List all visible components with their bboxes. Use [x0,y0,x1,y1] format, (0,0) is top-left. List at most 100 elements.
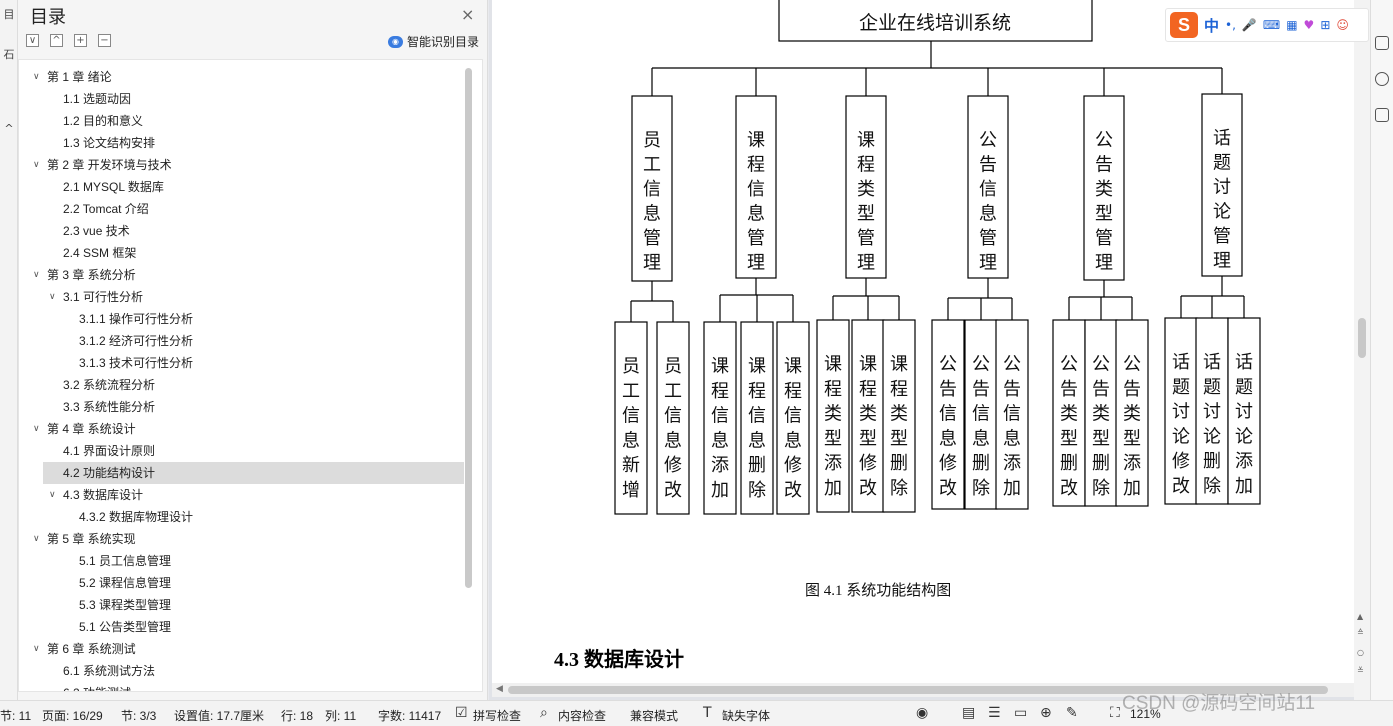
svg-text:讨: 讨 [1235,402,1253,423]
web-view-icon[interactable]: ⊕ [1040,705,1052,721]
toc-item[interactable]: 3.1.2 经济可行性分析 [19,330,464,352]
svg-text:息: 息 [747,204,765,225]
svg-text:理: 理 [1095,253,1113,274]
svg-text:程: 程 [747,155,765,176]
smart-toc-button[interactable]: ◉ 智能识别目录 [388,33,479,50]
add-heading-button[interactable]: + [74,34,87,47]
compat-mode-label: 兼容模式 [630,709,679,723]
svg-text:增: 增 [622,480,640,501]
expand-up-button[interactable]: ^ [50,34,63,47]
status-word-count[interactable]: 字数: 11417 [378,707,441,724]
function-structure-diagram: 企业在线培训系统员工信息管理员工信息新增员工信息修改课程信息管理课程信息添加课程… [614,0,1261,515]
grid-icon[interactable]: ⊞ [1320,18,1330,32]
toc-scrollbar[interactable] [465,68,472,588]
toc-item-label: 6.1 系统测试方法 [63,664,156,678]
toc-item[interactable]: 3.3 系统性能分析 [19,396,464,418]
toc-item[interactable]: 4.2 功能结构设计 [43,462,464,484]
status-line[interactable]: 行: 18 [281,707,313,724]
toc-item[interactable]: 2.1 MYSQL 数据库 [19,176,464,198]
vertical-scroll-thumb[interactable] [1358,318,1366,358]
toc-item[interactable]: 3.1.1 操作可行性分析 [19,308,464,330]
keyboard-icon[interactable]: ⌨ [1263,18,1280,32]
panel-collapse-icon[interactable]: ^ [0,122,18,135]
toc-item[interactable]: 6.1 系统测试方法 [19,660,464,682]
missing-font-button[interactable]: 缺失字体 [722,707,770,724]
chevron-down-icon[interactable]: ∨ [33,66,40,88]
svg-text:公: 公 [1123,354,1141,375]
close-icon[interactable]: × [461,5,474,24]
chevron-down-icon[interactable]: ∨ [49,286,56,308]
toc-item[interactable]: 3.2 系统流程分析 [19,374,464,396]
right-tool-icon-1[interactable] [1375,36,1389,50]
avatar-icon[interactable]: ☺ [1336,18,1349,32]
content-check-button[interactable]: 内容检查 [558,707,606,724]
outline-view-icon[interactable]: ☰ [988,705,1001,721]
sogou-logo-icon[interactable]: S [1170,12,1198,38]
svg-text:加: 加 [711,480,729,501]
remove-heading-button[interactable]: − [98,34,111,47]
scroll-left-icon[interactable]: ◀ [496,683,503,694]
status-section[interactable]: 节: 3/3 [121,707,156,724]
toc-item[interactable]: 2.3 vue 技术 [19,220,464,242]
chevron-down-icon[interactable]: ∨ [33,264,40,286]
toc-item[interactable]: 5.3 课程类型管理 [19,594,464,616]
eye-icon[interactable]: ◉ [916,705,928,721]
chevron-down-icon[interactable]: ∨ [33,528,40,550]
toc-item[interactable]: 5.2 课程信息管理 [19,572,464,594]
toc-item[interactable]: ∨ 第 4 章 系统设计 [19,418,464,440]
toc-item[interactable]: 4.3.2 数据库物理设计 [19,506,464,528]
chevron-down-icon[interactable]: ∨ [33,418,40,440]
spellcheck-button[interactable]: 拼写检查 [473,707,521,724]
ime-language-toggle[interactable]: 中 [1204,15,1219,36]
skin-icon[interactable]: ♥ [1304,18,1315,32]
toc-item[interactable]: 1.3 论文结构安排 [19,132,464,154]
toc-item[interactable]: ∨ 第 5 章 系统实现 [19,528,464,550]
page-view-icon[interactable]: ▤ [962,705,975,721]
fit-page-icon[interactable]: ⛶ [1110,705,1120,721]
reading-view-icon[interactable]: ▭ [1014,705,1027,721]
toc-item[interactable]: ∨ 第 1 章 绪论 [19,66,464,88]
toolbox-icon[interactable]: ▦ [1286,18,1297,32]
microphone-icon[interactable]: 🎤 [1242,18,1257,32]
toc-item[interactable]: 4.1 界面设计原则 [19,440,464,462]
toc-panel-tab[interactable]: 目 [0,6,18,22]
toc-item[interactable]: ∨ 第 2 章 开发环境与技术 [19,154,464,176]
prev-page-icon[interactable]: ≙ [1357,628,1364,637]
content-check-icon: ⌕ [540,705,548,721]
status-setting-value[interactable]: 设置值: 17.7厘米 [174,707,264,724]
punctuation-icon[interactable]: •, [1225,18,1236,32]
chevron-down-icon[interactable]: ∨ [33,638,40,660]
panel-tab-2[interactable]: 石 [0,46,18,62]
next-page-icon[interactable]: ≚ [1357,666,1364,675]
svg-text:添: 添 [711,455,729,476]
svg-text:改: 改 [859,478,877,499]
right-tool-icon-2[interactable] [1375,72,1389,86]
svg-text:修: 修 [859,453,877,474]
pen-icon[interactable]: ✎ [1066,705,1078,721]
status-section-number[interactable]: 节: 11 [0,707,31,724]
scroll-up-icon[interactable]: ▲ [1357,612,1363,621]
document-page[interactable]: 企业在线培训系统员工信息管理员工信息新增员工信息修改课程信息管理课程信息添加课程… [492,0,1354,683]
chevron-down-icon[interactable]: ∨ [33,154,40,176]
chevron-down-icon[interactable]: ∨ [49,484,56,506]
toc-item[interactable]: 3.1.3 技术可行性分析 [19,352,464,374]
toc-item[interactable]: 2.2 Tomcat 介绍 [19,198,464,220]
status-page[interactable]: 页面: 16/29 [42,707,103,724]
status-column[interactable]: 列: 11 [325,707,356,724]
toc-item[interactable]: 5.1 员工信息管理 [19,550,464,572]
toc-item[interactable]: ∨ 4.3 数据库设计 [19,484,464,506]
toc-item[interactable]: ∨ 3.1 可行性分析 [19,286,464,308]
toc-item[interactable]: 5.1 公告类型管理 [19,616,464,638]
svg-text:息: 息 [1003,428,1021,449]
select-browse-icon[interactable]: ○ [1357,648,1364,657]
toc-item[interactable]: ∨ 第 3 章 系统分析 [19,264,464,286]
collapse-all-button[interactable]: ∨ [26,34,39,47]
svg-text:管: 管 [1095,228,1113,249]
right-tool-icon-3[interactable] [1375,108,1389,122]
toc-item[interactable]: 1.1 选题动因 [19,88,464,110]
toc-item[interactable]: 2.4 SSM 框架 [19,242,464,264]
toc-item[interactable]: 6.2 功能测试 [19,682,464,691]
toc-item[interactable]: ∨ 第 6 章 系统测试 [19,638,464,660]
vertical-scrollbar[interactable]: ▲ ≙ ○ ≚ [1354,0,1370,700]
toc-item[interactable]: 1.2 目的和意义 [19,110,464,132]
